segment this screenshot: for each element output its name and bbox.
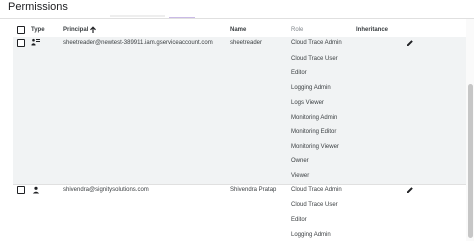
role-item: Monitoring Editor xyxy=(291,129,337,135)
service-account-icon xyxy=(31,38,40,46)
role-item: Viewer xyxy=(291,173,310,179)
select-all-checkbox[interactable] xyxy=(17,26,25,34)
table-row-hover-bg xyxy=(13,37,466,184)
role-item: Owner xyxy=(291,158,309,164)
column-header-inheritance[interactable]: Inheritance xyxy=(356,24,388,36)
column-header-name[interactable]: Name xyxy=(230,24,246,36)
role-item: Cloud Trace Admin xyxy=(291,40,342,46)
header-divider xyxy=(0,18,474,19)
sort-ascending-icon[interactable] xyxy=(89,26,97,34)
role-item: Cloud Trace User xyxy=(291,56,338,62)
principal-email: shivendra@signitysolutions.com xyxy=(63,187,149,193)
role-item: Editor xyxy=(291,70,307,76)
role-item: Cloud Trace User xyxy=(291,202,338,208)
role-item: Logging Admin xyxy=(291,85,331,91)
role-item: Cloud Trace Admin xyxy=(291,187,342,193)
principal-name: sheetreader xyxy=(230,40,263,46)
row-checkbox[interactable] xyxy=(17,186,25,194)
role-item: Editor xyxy=(291,217,307,223)
role-item: Monitoring Admin xyxy=(291,115,338,121)
principal-email: sheetreader@newtest-389911.iam.gservicea… xyxy=(63,40,213,46)
tab-underline xyxy=(110,15,165,17)
column-header-role[interactable]: Role xyxy=(291,24,303,36)
column-header-principal[interactable]: Principal xyxy=(63,24,88,36)
principal-name: Shivendra Pratap xyxy=(230,187,277,193)
role-item: Logging Admin xyxy=(291,232,331,238)
edit-icon[interactable] xyxy=(406,186,414,194)
person-icon xyxy=(32,186,40,194)
edit-icon[interactable] xyxy=(406,39,414,47)
row-checkbox[interactable] xyxy=(17,39,25,47)
row-divider xyxy=(13,184,466,185)
column-header-type[interactable]: Type xyxy=(31,24,45,36)
permissions-header: Permissions xyxy=(0,0,474,19)
role-item: Logs Viewer xyxy=(291,100,324,106)
scrollbar-thumb[interactable] xyxy=(468,84,473,238)
page-title: Permissions xyxy=(8,1,68,13)
role-item: Monitoring Viewer xyxy=(291,144,339,150)
